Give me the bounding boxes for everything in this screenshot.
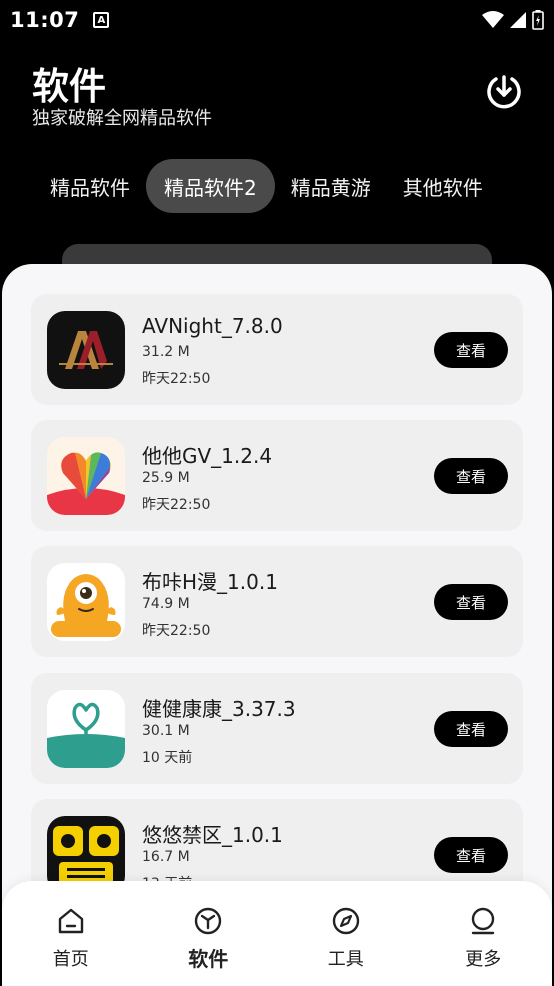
- cube-icon: [192, 905, 224, 937]
- nav-tools[interactable]: 工具: [277, 881, 415, 986]
- app-time: 昨天22:50: [142, 623, 211, 639]
- bottom-nav: 首页 软件 工具 更多: [2, 881, 552, 986]
- nav-label: 工具: [327, 949, 364, 970]
- mascot-icon: [47, 563, 125, 641]
- user-icon: [467, 905, 499, 937]
- view-button[interactable]: 查看: [434, 332, 508, 368]
- app-name: AVNight_7.8.0: [142, 314, 283, 338]
- nav-label: 软件: [188, 947, 229, 971]
- nav-more[interactable]: 更多: [415, 881, 553, 986]
- tab-huangyou[interactable]: 精品黄游: [275, 159, 387, 213]
- app-name: 健健康康_3.37.3: [142, 697, 296, 721]
- list-item[interactable]: AVNight_7.8.0 31.2 M 昨天22:50 查看: [31, 294, 523, 405]
- app-size: 74.9 M: [142, 596, 190, 612]
- compass-icon: [330, 905, 362, 937]
- notification-icon: A: [93, 12, 110, 28]
- app-list: AVNight_7.8.0 31.2 M 昨天22:50 查看 他他GV_1.2…: [2, 264, 552, 986]
- app-size: 30.1 M: [142, 723, 190, 739]
- app-time: 昨天22:50: [142, 497, 211, 513]
- app-size: 31.2 M: [142, 344, 190, 360]
- heart-outline-icon: [47, 690, 125, 768]
- nav-label: 首页: [52, 949, 89, 970]
- nav-software[interactable]: 软件: [140, 881, 278, 986]
- app-time: 10 天前: [142, 750, 193, 766]
- view-button[interactable]: 查看: [434, 458, 508, 494]
- list-item[interactable]: 布咔H漫_1.0.1 74.9 M 昨天22:50 查看: [31, 546, 523, 657]
- app-size: 16.7 M: [142, 849, 190, 865]
- nav-label: 更多: [465, 949, 502, 970]
- status-bar: 11:07 A: [0, 0, 554, 40]
- page-subtitle: 独家破解全网精品软件: [32, 108, 212, 129]
- download-icon: [487, 75, 521, 109]
- tab-jingpin2[interactable]: 精品软件2: [146, 159, 275, 213]
- app-name: 悠悠禁区_1.0.1: [142, 823, 283, 847]
- view-button[interactable]: 查看: [434, 711, 508, 747]
- app-size: 25.9 M: [142, 470, 190, 486]
- avnight-icon: [47, 311, 125, 389]
- app-time: 昨天22:50: [142, 371, 211, 387]
- app-name: 他他GV_1.2.4: [142, 444, 273, 468]
- app-name: 布咔H漫_1.0.1: [142, 570, 278, 594]
- nav-home[interactable]: 首页: [2, 881, 140, 986]
- list-item[interactable]: 他他GV_1.2.4 25.9 M 昨天22:50 查看: [31, 420, 523, 531]
- battery-icon: [532, 10, 544, 30]
- tab-jingpin[interactable]: 精品软件: [34, 159, 146, 213]
- tab-other[interactable]: 其他软件: [387, 159, 499, 213]
- signal-icon: [510, 12, 526, 28]
- list-item[interactable]: 健健康康_3.37.3 30.1 M 10 天前 查看: [31, 673, 523, 784]
- status-indicators: [482, 10, 544, 30]
- download-button[interactable]: [484, 70, 524, 110]
- category-tabs: 精品软件 精品软件2 精品黄游 其他软件: [34, 159, 499, 213]
- wifi-icon: [482, 11, 504, 28]
- rainbow-heart-icon: [47, 437, 125, 515]
- view-button[interactable]: 查看: [434, 837, 508, 873]
- view-button[interactable]: 查看: [434, 584, 508, 620]
- status-time: 11:07: [10, 8, 80, 32]
- home-icon: [55, 905, 87, 937]
- page-title: 软件: [32, 65, 106, 108]
